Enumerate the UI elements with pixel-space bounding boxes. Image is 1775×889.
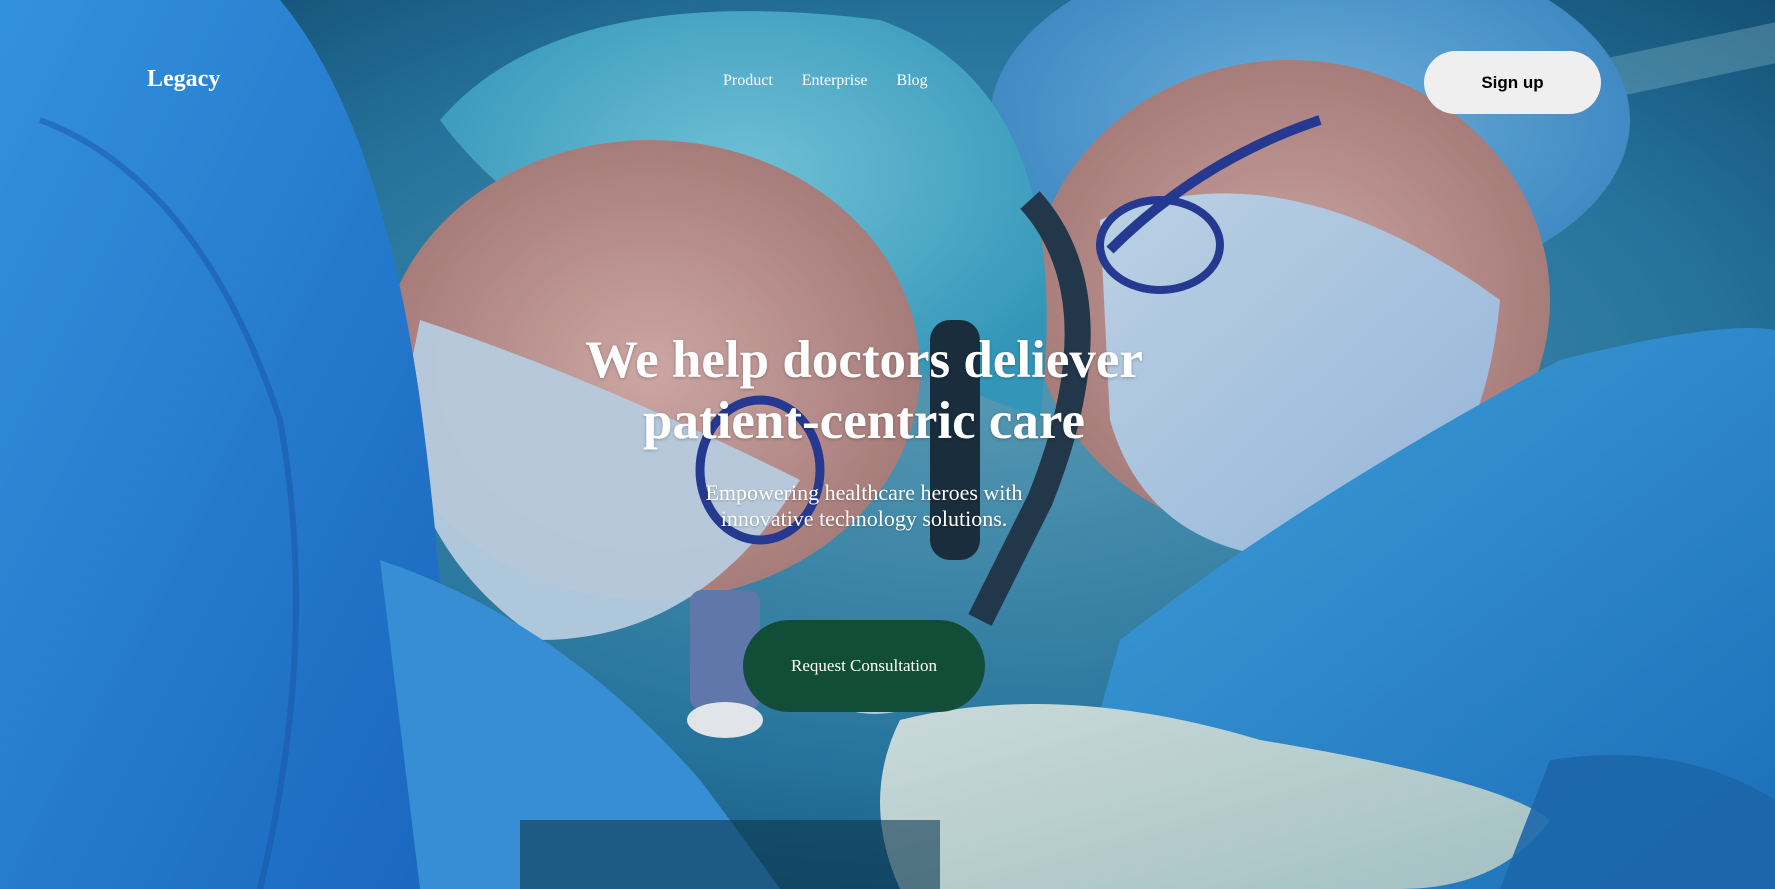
hero-content: We help doctors deliever patient-centric…: [0, 330, 1728, 532]
request-consultation-button[interactable]: Request Consultation: [743, 620, 985, 712]
hero-title: We help doctors deliever patient-centric…: [544, 330, 1184, 452]
nav-links: Product Enterprise Blog: [723, 72, 957, 90]
hero-subtitle-line-2: innovative technology solutions.: [720, 506, 1008, 531]
top-navigation: Legacy Product Enterprise Blog Sign up: [0, 0, 1775, 165]
sign-up-button[interactable]: Sign up: [1424, 51, 1601, 114]
hero-subtitle: Empowering healthcare heroes with innova…: [664, 480, 1064, 532]
nav-link-product[interactable]: Product: [723, 72, 773, 90]
logo[interactable]: Legacy: [147, 66, 220, 93]
nav-link-blog[interactable]: Blog: [897, 72, 928, 90]
nav-link-enterprise[interactable]: Enterprise: [802, 72, 868, 90]
hero-title-line-1: We help doctors deliever: [585, 331, 1143, 389]
hero-subtitle-line-1: Empowering healthcare heroes with: [705, 480, 1023, 505]
hero-title-line-2: patient-centric care: [643, 392, 1085, 450]
